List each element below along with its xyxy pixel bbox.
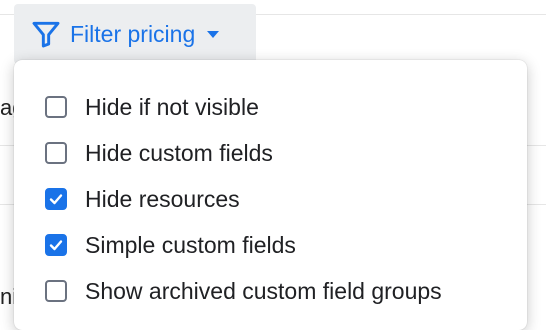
filter-dropdown-menu: Hide if not visible Hide custom fields H… [14,60,527,330]
menu-item-label: Simple custom fields [85,231,296,258]
menu-item-label: Hide resources [85,185,240,212]
menu-item-label: Show archived custom field groups [85,277,442,304]
menu-item-hide-resources[interactable]: Hide resources [14,176,527,222]
checkmark-icon [49,240,63,251]
menu-item-hide-custom-fields[interactable]: Hide custom fields [14,130,527,176]
checkmark-icon [49,194,63,205]
checkbox-checked[interactable] [45,234,67,256]
checkbox-checked[interactable] [45,188,67,210]
filter-pricing-label: Filter pricing [70,20,196,47]
caret-down-icon [205,26,221,42]
menu-item-show-archived-custom-field-groups[interactable]: Show archived custom field groups [14,268,527,314]
menu-item-simple-custom-fields[interactable]: Simple custom fields [14,222,527,268]
checkbox-unchecked[interactable] [45,96,67,118]
checkbox-unchecked[interactable] [45,280,67,302]
filter-pricing-button[interactable]: Filter pricing [14,4,256,64]
menu-item-hide-if-not-visible[interactable]: Hide if not visible [14,84,527,130]
menu-item-label: Hide custom fields [85,139,273,166]
filter-icon [30,18,62,50]
checkbox-unchecked[interactable] [45,142,67,164]
menu-item-label: Hide if not visible [85,93,259,120]
